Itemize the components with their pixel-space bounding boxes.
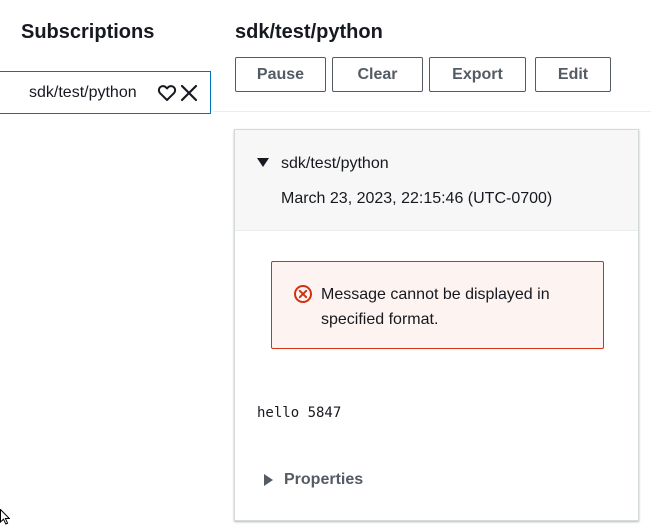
message-header[interactable]: sdk/test/python March 23, 2023, 22:15:46… [235,130,638,231]
message-timestamp: March 23, 2023, 22:15:46 (UTC-0700) [281,190,553,207]
subscription-item-label: sdk/test/python [29,83,137,101]
mouse-cursor-icon [0,508,11,525]
error-circle-icon [293,284,313,304]
properties-label: Properties [284,471,364,488]
error-message: Message cannot be displayed in specified… [321,286,550,328]
message-topic: sdk/test/python [281,155,389,172]
caret-down-icon[interactable] [257,158,269,167]
export-button[interactable]: Export [429,57,526,92]
close-icon[interactable] [180,84,198,102]
message-payload: hello 5847 [257,405,342,421]
message-panel: sdk/test/python March 23, 2023, 22:15:46… [234,129,639,521]
subscription-item[interactable]: sdk/test/python [0,71,211,114]
heart-outline-icon[interactable] [157,83,177,103]
pause-button[interactable]: Pause [235,57,326,92]
edit-button[interactable]: Edit [535,57,611,92]
properties-toggle[interactable]: Properties [257,471,363,489]
subscriptions-title: Subscriptions [21,21,155,43]
header-divider [213,111,651,112]
error-alert: Message cannot be displayed in specified… [271,261,604,349]
caret-right-icon [264,474,273,486]
topic-title: sdk/test/python [235,21,383,43]
clear-button[interactable]: Clear [332,57,423,92]
